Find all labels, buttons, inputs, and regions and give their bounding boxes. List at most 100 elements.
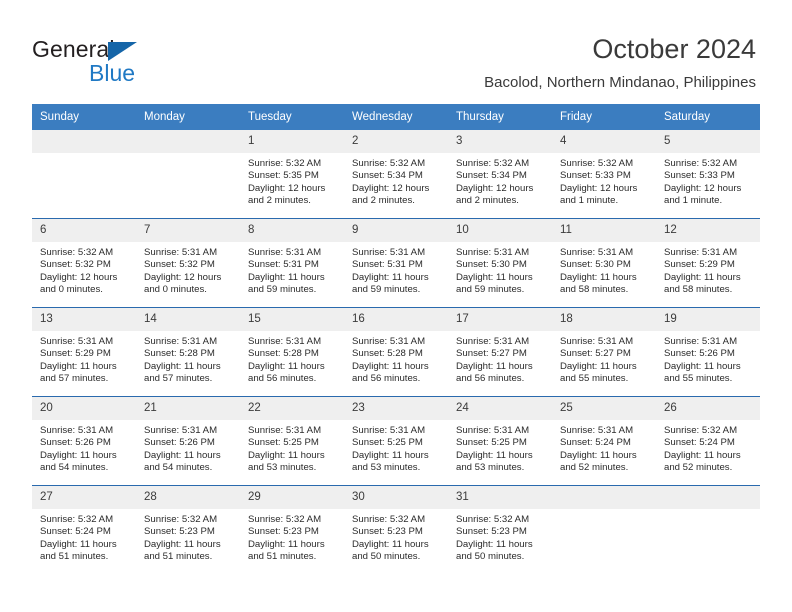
day-number: 17 bbox=[448, 308, 552, 331]
calendar-day-cell[interactable]: 10 Sunrise: 5:31 AM Sunset: 5:30 PM Dayligh… bbox=[448, 218, 552, 308]
day-sunset-text: Sunset: 5:29 PM bbox=[664, 259, 735, 271]
calendar-day-cell[interactable]: 28 Sunrise: 5:32 AM Sunset: 5:23 PM Dayligh… bbox=[136, 485, 240, 574]
logo-triangle-icon bbox=[108, 42, 137, 61]
day-number bbox=[656, 486, 760, 509]
day-details: Sunrise: 5:32 AM Sunset: 5:23 PM Daylight:… bbox=[448, 509, 552, 564]
day-number: 4 bbox=[552, 130, 656, 153]
general-blue-logo[interactable]: General Blue bbox=[32, 36, 172, 88]
day-box: 22 Sunrise: 5:31 AM Sunset: 5:25 PM Dayligh… bbox=[240, 397, 344, 485]
day-details: Sunrise: 5:31 AM Sunset: 5:32 PM Daylight:… bbox=[136, 242, 240, 297]
calendar-day-cell[interactable]: 1 Sunrise: 5:32 AM Sunset: 5:35 PM Daylight… bbox=[240, 130, 344, 219]
day-number: 6 bbox=[32, 219, 136, 242]
calendar-day-cell[interactable]: 30 Sunrise: 5:32 AM Sunset: 5:23 PM Dayligh… bbox=[344, 485, 448, 574]
day-sunrise-text: Sunrise: 5:31 AM bbox=[40, 425, 114, 436]
day-sunrise-text: Sunrise: 5:31 AM bbox=[144, 247, 218, 258]
calendar-day-cell[interactable]: 2 Sunrise: 5:32 AM Sunset: 5:34 PM Daylight… bbox=[344, 130, 448, 219]
day-sunset-text: Sunset: 5:30 PM bbox=[456, 259, 527, 271]
day-sunset-text: Sunset: 5:26 PM bbox=[144, 437, 215, 449]
day-sunrise-text: Sunrise: 5:31 AM bbox=[248, 336, 322, 347]
day-daylight-text: and 54 minutes. bbox=[144, 462, 213, 474]
day-daylight-text: and 56 minutes. bbox=[248, 373, 317, 385]
day-number: 10 bbox=[448, 219, 552, 242]
day-daylight-text: and 59 minutes. bbox=[352, 284, 421, 296]
calendar-day-cell[interactable]: 23 Sunrise: 5:31 AM Sunset: 5:25 PM Dayligh… bbox=[344, 396, 448, 486]
day-daylight-text: Daylight: 11 hours bbox=[248, 360, 325, 372]
day-box: 12 Sunrise: 5:31 AM Sunset: 5:29 PM Dayligh… bbox=[656, 219, 760, 307]
day-details: Sunrise: 5:31 AM Sunset: 5:26 PM Daylight:… bbox=[656, 331, 760, 386]
calendar-day-cell[interactable]: 31 Sunrise: 5:32 AM Sunset: 5:23 PM Dayligh… bbox=[448, 485, 552, 574]
calendar-day-cell[interactable]: 24 Sunrise: 5:31 AM Sunset: 5:25 PM Dayligh… bbox=[448, 396, 552, 486]
day-sunrise-text: Sunrise: 5:32 AM bbox=[40, 247, 114, 258]
day-details: Sunrise: 5:32 AM Sunset: 5:23 PM Daylight:… bbox=[240, 509, 344, 564]
day-daylight-text: Daylight: 11 hours bbox=[144, 360, 221, 372]
calendar-day-cell[interactable]: 27 Sunrise: 5:32 AM Sunset: 5:24 PM Dayligh… bbox=[32, 485, 136, 574]
calendar-day-cell[interactable]: 13 Sunrise: 5:31 AM Sunset: 5:29 PM Dayligh… bbox=[32, 307, 136, 397]
calendar-day-cell[interactable]: 29 Sunrise: 5:32 AM Sunset: 5:23 PM Dayligh… bbox=[240, 485, 344, 574]
day-daylight-text: Daylight: 11 hours bbox=[144, 538, 221, 550]
calendar-day-cell[interactable]: 25 Sunrise: 5:31 AM Sunset: 5:24 PM Dayligh… bbox=[552, 396, 656, 486]
weekday-header-sunday: Sunday bbox=[32, 104, 136, 130]
calendar-day-cell[interactable]: 16 Sunrise: 5:31 AM Sunset: 5:28 PM Dayligh… bbox=[344, 307, 448, 397]
day-number: 1 bbox=[240, 130, 344, 153]
calendar-day-cell[interactable]: 20 Sunrise: 5:31 AM Sunset: 5:26 PM Dayligh… bbox=[32, 396, 136, 486]
calendar-day-cell[interactable]: 11 Sunrise: 5:31 AM Sunset: 5:30 PM Dayligh… bbox=[552, 218, 656, 308]
day-box: 9 Sunrise: 5:31 AM Sunset: 5:31 PM Daylight… bbox=[344, 219, 448, 307]
day-daylight-text: Daylight: 11 hours bbox=[352, 360, 429, 372]
day-box: 30 Sunrise: 5:32 AM Sunset: 5:23 PM Dayligh… bbox=[344, 486, 448, 574]
day-sunset-text: Sunset: 5:25 PM bbox=[352, 437, 423, 449]
day-details: Sunrise: 5:31 AM Sunset: 5:31 PM Daylight:… bbox=[344, 242, 448, 297]
calendar-day-cell[interactable]: 9 Sunrise: 5:31 AM Sunset: 5:31 PM Daylight… bbox=[344, 218, 448, 308]
calendar-day-cell[interactable]: 5 Sunrise: 5:32 AM Sunset: 5:33 PM Daylight… bbox=[656, 130, 760, 219]
day-sunset-text: Sunset: 5:24 PM bbox=[664, 437, 735, 449]
calendar-day-cell[interactable]: 15 Sunrise: 5:31 AM Sunset: 5:28 PM Dayligh… bbox=[240, 307, 344, 397]
calendar-day-cell[interactable]: 17 Sunrise: 5:31 AM Sunset: 5:27 PM Dayligh… bbox=[448, 307, 552, 397]
calendar-day-cell[interactable]: 12 Sunrise: 5:31 AM Sunset: 5:29 PM Dayligh… bbox=[656, 218, 760, 308]
day-sunset-text: Sunset: 5:24 PM bbox=[40, 526, 111, 538]
day-sunrise-text: Sunrise: 5:31 AM bbox=[664, 247, 738, 258]
calendar-day-cell[interactable]: 7 Sunrise: 5:31 AM Sunset: 5:32 PM Daylight… bbox=[136, 218, 240, 308]
logo-text-blue: Blue bbox=[89, 60, 136, 86]
day-number bbox=[552, 486, 656, 509]
day-details: Sunrise: 5:31 AM Sunset: 5:24 PM Daylight:… bbox=[552, 420, 656, 475]
day-number: 13 bbox=[32, 308, 136, 331]
day-sunrise-text: Sunrise: 5:32 AM bbox=[352, 158, 426, 169]
day-details: Sunrise: 5:32 AM Sunset: 5:34 PM Daylight:… bbox=[344, 153, 448, 208]
day-details: Sunrise: 5:31 AM Sunset: 5:30 PM Daylight:… bbox=[552, 242, 656, 297]
day-sunrise-text: Sunrise: 5:31 AM bbox=[248, 425, 322, 436]
day-daylight-text: Daylight: 11 hours bbox=[664, 271, 741, 283]
day-sunset-text: Sunset: 5:25 PM bbox=[456, 437, 527, 449]
weekday-header-wednesday: Wednesday bbox=[344, 104, 448, 130]
day-daylight-text: and 58 minutes. bbox=[664, 284, 733, 296]
day-number: 5 bbox=[656, 130, 760, 153]
day-details: Sunrise: 5:32 AM Sunset: 5:23 PM Daylight:… bbox=[136, 509, 240, 564]
calendar-day-cell[interactable]: 18 Sunrise: 5:31 AM Sunset: 5:27 PM Dayligh… bbox=[552, 307, 656, 397]
day-sunset-text: Sunset: 5:34 PM bbox=[456, 170, 527, 182]
calendar-day-cell[interactable]: 19 Sunrise: 5:31 AM Sunset: 5:26 PM Dayligh… bbox=[656, 307, 760, 397]
calendar-day-cell[interactable]: 14 Sunrise: 5:31 AM Sunset: 5:28 PM Dayligh… bbox=[136, 307, 240, 397]
day-box: 11 Sunrise: 5:31 AM Sunset: 5:30 PM Dayligh… bbox=[552, 219, 656, 307]
calendar-day-cell[interactable]: 4 Sunrise: 5:32 AM Sunset: 5:33 PM Daylight… bbox=[552, 130, 656, 219]
day-daylight-text: Daylight: 11 hours bbox=[352, 538, 429, 550]
calendar-day-cell[interactable]: 21 Sunrise: 5:31 AM Sunset: 5:26 PM Dayligh… bbox=[136, 396, 240, 486]
title-block: October 2024 Bacolod, Northern Mindanao,… bbox=[484, 32, 756, 94]
day-daylight-text: and 2 minutes. bbox=[248, 195, 311, 207]
day-number: 16 bbox=[344, 308, 448, 331]
weekday-header-monday: Monday bbox=[136, 104, 240, 130]
calendar-day-cell[interactable]: 26 Sunrise: 5:32 AM Sunset: 5:24 PM Dayligh… bbox=[656, 396, 760, 486]
day-details: Sunrise: 5:31 AM Sunset: 5:25 PM Daylight:… bbox=[240, 420, 344, 475]
logo-text-general: General bbox=[32, 36, 115, 62]
day-number: 14 bbox=[136, 308, 240, 331]
day-daylight-text: and 53 minutes. bbox=[248, 462, 317, 474]
day-number: 15 bbox=[240, 308, 344, 331]
calendar-day-cell[interactable]: 22 Sunrise: 5:31 AM Sunset: 5:25 PM Dayligh… bbox=[240, 396, 344, 486]
day-daylight-text: Daylight: 12 hours bbox=[40, 271, 118, 283]
day-sunrise-text: Sunrise: 5:31 AM bbox=[560, 336, 634, 347]
day-box: 8 Sunrise: 5:31 AM Sunset: 5:31 PM Daylight… bbox=[240, 219, 344, 307]
calendar-day-cell[interactable]: 8 Sunrise: 5:31 AM Sunset: 5:31 PM Daylight… bbox=[240, 218, 344, 308]
calendar-day-cell[interactable]: 6 Sunrise: 5:32 AM Sunset: 5:32 PM Daylight… bbox=[32, 218, 136, 308]
calendar-day-cell[interactable]: 3 Sunrise: 5:32 AM Sunset: 5:34 PM Daylight… bbox=[448, 130, 552, 219]
day-number: 3 bbox=[448, 130, 552, 153]
day-daylight-text: and 51 minutes. bbox=[248, 551, 317, 563]
day-sunrise-text: Sunrise: 5:31 AM bbox=[248, 247, 322, 258]
day-number: 24 bbox=[448, 397, 552, 420]
